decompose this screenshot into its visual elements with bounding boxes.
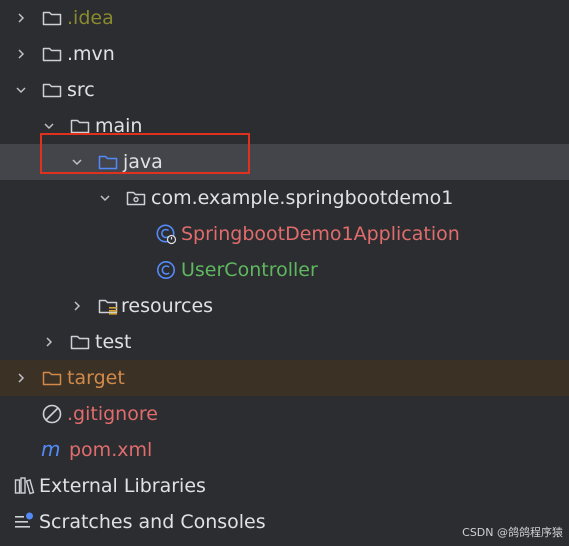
tree-item-label: pom.xml: [69, 439, 153, 461]
chevron-down-icon[interactable]: [70, 155, 84, 169]
tree-item-application-class[interactable]: SpringbootDemo1Application: [0, 216, 569, 252]
tree-item-label: resources: [121, 295, 214, 317]
scratches-icon: [13, 511, 35, 533]
watermark: CSDN @鸽鸽程序猿: [462, 526, 563, 539]
tree-item-label: UserController: [181, 259, 318, 281]
tree-item-label: .mvn: [67, 43, 115, 65]
chevron-down-icon[interactable]: [14, 83, 28, 97]
ignore-icon: [41, 403, 63, 425]
tree-item-label: .idea: [67, 7, 114, 29]
tree-item-user-controller[interactable]: UserController: [0, 252, 569, 288]
project-tree: .idea .mvn src main java com.example.spr…: [0, 0, 569, 546]
package-icon: [125, 187, 147, 209]
class-icon: [155, 259, 177, 281]
tree-item-gitignore[interactable]: .gitignore: [0, 396, 569, 432]
resources-folder-icon: [97, 295, 119, 317]
tree-item-java[interactable]: java: [0, 144, 569, 180]
tree-item-label: com.example.springbootdemo1: [151, 187, 454, 209]
tree-item-external-libraries[interactable]: External Libraries: [0, 468, 569, 504]
tree-item-label: target: [67, 367, 125, 389]
excluded-folder-icon: [41, 367, 63, 389]
chevron-down-icon[interactable]: [98, 191, 112, 205]
folder-icon: [41, 79, 63, 101]
tree-item-src[interactable]: src: [0, 72, 569, 108]
tree-item-mvn[interactable]: .mvn: [0, 36, 569, 72]
tree-item-target[interactable]: target: [0, 360, 569, 396]
tree-item-pom[interactable]: m pom.xml: [0, 432, 569, 468]
maven-icon: m: [41, 439, 65, 461]
tree-item-label: SpringbootDemo1Application: [181, 223, 460, 245]
tree-item-label: main: [95, 115, 143, 137]
folder-icon: [69, 115, 91, 137]
tree-item-resources[interactable]: resources: [0, 288, 569, 324]
chevron-right-icon[interactable]: [14, 47, 28, 61]
chevron-right-icon[interactable]: [14, 11, 28, 25]
tree-item-label: .gitignore: [67, 403, 158, 425]
library-icon: [13, 475, 35, 497]
source-folder-icon: [97, 151, 119, 173]
tree-item-label: External Libraries: [39, 475, 206, 497]
folder-icon: [41, 7, 63, 29]
chevron-right-icon[interactable]: [42, 335, 56, 349]
tree-item-idea[interactable]: .idea: [0, 0, 569, 36]
svg-text:m: m: [41, 439, 60, 461]
tree-item-label: Scratches and Consoles: [39, 511, 266, 533]
tree-item-package[interactable]: com.example.springbootdemo1: [0, 180, 569, 216]
tree-item-test[interactable]: test: [0, 324, 569, 360]
tree-item-label: java: [123, 151, 163, 173]
chevron-down-icon[interactable]: [42, 119, 56, 133]
chevron-right-icon[interactable]: [14, 371, 28, 385]
tree-item-label: src: [67, 79, 95, 101]
spring-boot-class-icon: [155, 223, 177, 245]
tree-item-label: test: [95, 331, 132, 353]
chevron-right-icon[interactable]: [70, 299, 84, 313]
folder-icon: [69, 331, 91, 353]
folder-icon: [41, 43, 63, 65]
tree-item-main[interactable]: main: [0, 108, 569, 144]
